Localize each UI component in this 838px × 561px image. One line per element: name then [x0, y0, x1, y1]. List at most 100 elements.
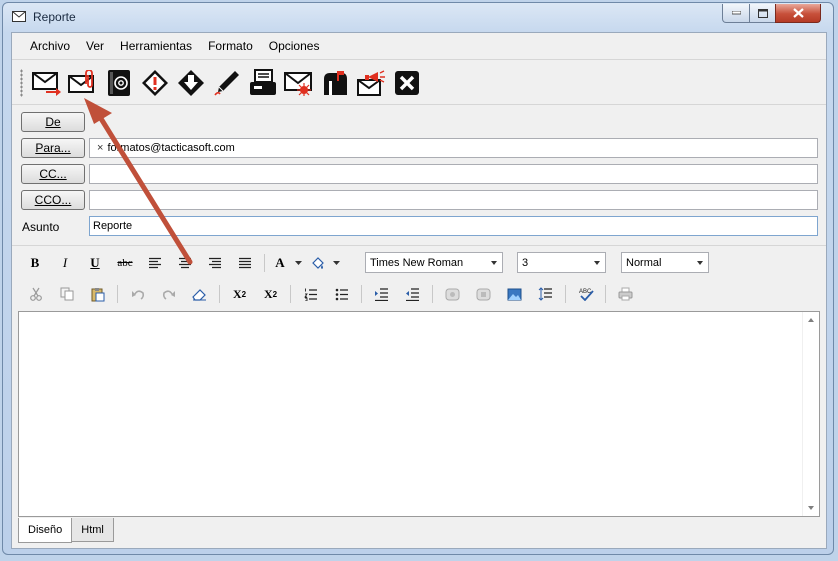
menu-opciones[interactable]: Opciones — [261, 39, 328, 53]
cc-button[interactable]: CC... — [21, 164, 85, 184]
font-size-select[interactable]: 3 — [517, 252, 606, 273]
toolbar-separator — [432, 285, 433, 303]
envelope-icon — [12, 11, 26, 22]
asunto-field[interactable]: Reporte — [89, 216, 818, 236]
copy-icon — [60, 287, 73, 301]
toolbar-separator — [565, 285, 566, 303]
send-button[interactable] — [29, 66, 65, 100]
menu-archivo[interactable]: Archivo — [22, 39, 78, 53]
chevron-down-icon — [294, 261, 302, 265]
undo-icon — [131, 290, 144, 300]
font-name-value: Times New Roman — [370, 256, 464, 269]
insert-image-button[interactable] — [499, 282, 530, 306]
vertical-scrollbar[interactable] — [802, 312, 819, 516]
paint-bucket-icon — [311, 256, 324, 269]
attach-mail-icon — [68, 70, 94, 93]
cc-field[interactable] — [89, 164, 818, 184]
scroll-down-icon[interactable] — [808, 506, 814, 510]
format-toolbar: B I U abc A — [20, 250, 343, 276]
font-color-button[interactable]: A — [269, 251, 291, 275]
paragraph-style-value: Normal — [626, 256, 662, 269]
clear-format-button[interactable] — [184, 282, 215, 306]
line-spacing-icon — [538, 287, 552, 301]
superscript-button[interactable]: X2 — [255, 282, 286, 306]
flag-mail-button[interactable] — [281, 66, 317, 100]
highlight-button[interactable] — [305, 251, 329, 275]
para-field[interactable]: × formatos@tacticasoft.com — [89, 138, 818, 158]
chevron-down-icon — [594, 261, 600, 265]
remove-recipient-icon[interactable]: × — [97, 142, 103, 154]
tab-design[interactable]: Diseño — [18, 518, 73, 543]
cut-button[interactable] — [20, 282, 51, 306]
toolbar-separator — [219, 285, 220, 303]
redo-button[interactable] — [153, 282, 184, 306]
font-name-select[interactable]: Times New Roman — [365, 252, 503, 273]
close-x-icon — [395, 71, 419, 95]
close-window-button[interactable] — [775, 4, 821, 23]
paste-button[interactable] — [82, 282, 113, 306]
bullet-list-button[interactable] — [326, 282, 357, 306]
address-book-button[interactable] — [101, 66, 137, 100]
print-fax-icon — [250, 69, 276, 95]
asunto-label: Asunto — [22, 220, 60, 234]
high-priority-button[interactable] — [137, 66, 173, 100]
menu-herramientas[interactable]: Herramientas — [112, 39, 200, 53]
toolbar-grip[interactable] — [20, 69, 23, 97]
outdent-icon — [406, 287, 419, 301]
mailbox-button[interactable] — [317, 66, 353, 100]
scroll-up-icon[interactable] — [808, 318, 814, 322]
attach-button[interactable] — [65, 66, 101, 100]
para-button[interactable]: Para... — [21, 138, 85, 158]
line-spacing-button[interactable] — [530, 282, 561, 306]
maximize-button[interactable] — [749, 4, 776, 23]
paragraph-style-select[interactable]: Normal — [621, 252, 709, 273]
recipient-chip[interactable]: formatos@tacticasoft.com — [107, 142, 234, 154]
indent-icon — [375, 287, 388, 301]
cco-field[interactable] — [89, 190, 818, 210]
italic-button[interactable]: I — [50, 251, 80, 275]
highlight-dropdown[interactable] — [329, 251, 343, 275]
align-left-button[interactable] — [140, 251, 170, 275]
discard-button[interactable] — [389, 66, 425, 100]
priority-low-icon — [178, 70, 204, 96]
underline-button[interactable]: U — [80, 251, 110, 275]
minimize-button[interactable] — [722, 4, 750, 23]
align-right-icon — [209, 257, 221, 269]
print-fax-button[interactable] — [245, 66, 281, 100]
message-body-editor[interactable] — [18, 311, 820, 517]
low-priority-button[interactable] — [173, 66, 209, 100]
media-icon — [476, 288, 491, 300]
indent-button[interactable] — [366, 282, 397, 306]
align-left-icon — [149, 257, 161, 269]
paste-icon — [91, 287, 104, 301]
strikethrough-button[interactable]: abc — [110, 251, 140, 275]
copy-button[interactable] — [51, 282, 82, 306]
toolbar-separator — [264, 254, 265, 272]
subscript-button[interactable]: X2 — [224, 282, 255, 306]
undo-button[interactable] — [122, 282, 153, 306]
menu-formato[interactable]: Formato — [200, 39, 261, 53]
font-color-dropdown[interactable] — [291, 251, 305, 275]
spell-check-button[interactable]: ABC — [570, 282, 601, 306]
title-bar: Reporte — [3, 3, 833, 31]
bold-button[interactable]: B — [20, 251, 50, 275]
align-right-button[interactable] — [200, 251, 230, 275]
numbered-list-icon — [303, 288, 317, 301]
justify-button[interactable] — [230, 251, 260, 275]
signature-pen-icon — [214, 71, 239, 96]
menu-ver[interactable]: Ver — [78, 39, 112, 53]
print-button[interactable] — [610, 282, 641, 306]
tab-html[interactable]: Html — [71, 518, 114, 542]
announce-button[interactable] — [353, 66, 389, 100]
subscript-label: X — [232, 286, 242, 301]
signature-button[interactable] — [209, 66, 245, 100]
outdent-button[interactable] — [397, 282, 428, 306]
numbered-list-button[interactable] — [295, 282, 326, 306]
de-button[interactable]: De — [21, 112, 85, 132]
insert-object-button[interactable] — [437, 282, 468, 306]
cco-button[interactable]: CCO... — [21, 190, 85, 210]
insert-media-button[interactable] — [468, 282, 499, 306]
superscript-mark: 2 — [272, 289, 278, 299]
align-center-button[interactable] — [170, 251, 200, 275]
main-toolbar — [20, 64, 425, 102]
